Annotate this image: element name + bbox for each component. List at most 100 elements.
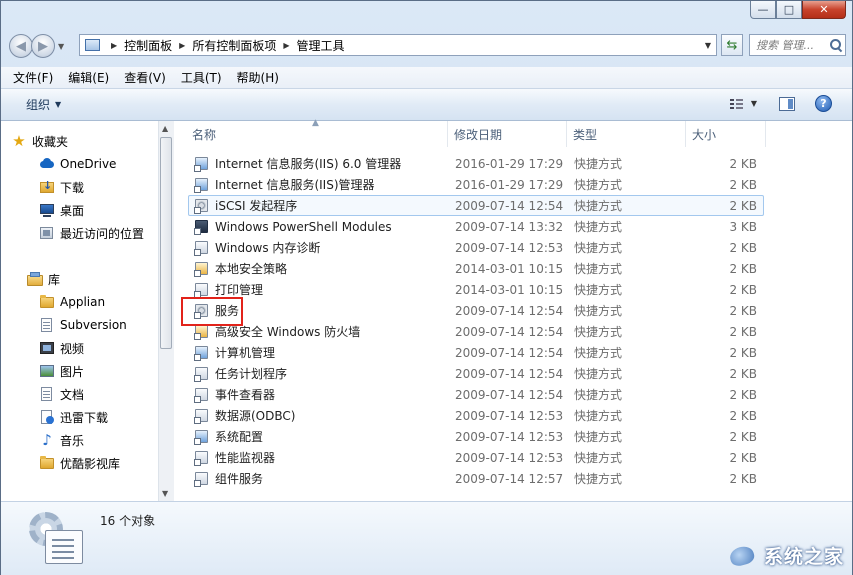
file-row-task-scheduler[interactable]: 任务计划程序 2009-07-14 12:54 快捷方式 2 KB [188, 363, 764, 384]
file-row-odbc[interactable]: 数据源(ODBC) 2009-07-14 12:53 快捷方式 2 KB [188, 405, 764, 426]
folder-icon [39, 455, 55, 471]
scroll-down-icon[interactable]: ▼ [162, 489, 168, 498]
file-row-services[interactable]: 服务 2009-07-14 12:54 快捷方式 2 KB [188, 300, 764, 321]
close-button[interactable]: ✕ [802, 1, 846, 19]
explorer-window: — □ ✕ ◀ ▶ ▼ ▶ 控制面板 ▶ 所有控制面板项 ▶ 管理工具 ▼ ⇆ [0, 0, 853, 575]
computer-management-icon [194, 345, 210, 361]
breadcrumb-separator-icon[interactable]: ▶ [283, 41, 289, 50]
performance-monitor-icon [194, 450, 210, 466]
search-input[interactable] [756, 38, 828, 52]
minimize-button[interactable]: — [750, 1, 776, 19]
recent-pages-dropdown-icon[interactable]: ▼ [58, 42, 64, 51]
breadcrumb-control-panel[interactable]: 控制面板 [124, 37, 172, 54]
sidebar-item-subversion[interactable]: Subversion [39, 314, 127, 336]
file-date: 2009-07-14 12:57 [455, 471, 564, 486]
sidebar-item-favorites[interactable]: ★ 收藏夹 [11, 130, 68, 152]
file-row-iis-manager[interactable]: Internet 信息服务(IIS)管理器 2016-01-29 17:29 快… [188, 174, 764, 195]
breadcrumb-admin-tools[interactable]: 管理工具 [297, 37, 345, 54]
menu-tools[interactable]: 工具(T) [181, 69, 222, 86]
sidebar-item-music[interactable]: ♪ 音乐 [39, 429, 84, 451]
menu-help[interactable]: 帮助(H) [237, 69, 279, 86]
file-name: 系统配置 [215, 430, 264, 444]
file-row-iis6-manager[interactable]: Internet 信息服务(IIS) 6.0 管理器 2016-01-29 17… [188, 153, 764, 174]
sidebar-item-desktop[interactable]: 桌面 [39, 199, 84, 221]
file-name: 打印管理 [215, 283, 264, 297]
thunder-download-icon [39, 409, 55, 425]
file-row-computer-management[interactable]: 计算机管理 2009-07-14 12:54 快捷方式 2 KB [188, 342, 764, 363]
menu-view[interactable]: 查看(V) [124, 69, 166, 86]
sidebar-item-recent-places[interactable]: 最近访问的位置 [39, 222, 144, 244]
file-type: 快捷方式 [574, 178, 623, 192]
column-size[interactable]: 大小 [686, 121, 766, 147]
menu-file[interactable]: 文件(F) [13, 69, 53, 86]
command-bar: 组织 ▼ ▼ ? [1, 89, 852, 121]
sidebar-item-documents[interactable]: 文档 [39, 383, 84, 405]
column-type[interactable]: 类型 [567, 121, 686, 147]
file-date: 2009-07-14 12:53 [455, 240, 564, 255]
sidebar-item-youku-library[interactable]: 优酷影视库 [39, 452, 120, 474]
file-type: 快捷方式 [574, 451, 623, 465]
back-arrow-icon[interactable]: ◀ [9, 34, 33, 58]
breadcrumb-separator-icon[interactable]: ▶ [111, 41, 117, 50]
forward-arrow-icon[interactable]: ▶ [31, 34, 55, 58]
watermark-text: 系统之家 [763, 546, 844, 568]
sidebar-item-videos[interactable]: 视频 [39, 337, 84, 359]
file-row-memory-diagnostic[interactable]: Windows 内存诊断 2009-07-14 12:53 快捷方式 2 KB [188, 237, 764, 258]
file-row-system-configuration[interactable]: 系统配置 2009-07-14 12:53 快捷方式 2 KB [188, 426, 764, 447]
change-view-icon[interactable] [729, 96, 745, 112]
sidebar-item-label: 音乐 [60, 433, 85, 448]
recent-places-icon [39, 225, 55, 241]
view-options-dropdown-icon[interactable]: ▼ [751, 99, 757, 108]
address-bar[interactable]: ▶ 控制面板 ▶ 所有控制面板项 ▶ 管理工具 ▼ [79, 34, 717, 56]
breadcrumb-all-items[interactable]: 所有控制面板项 [192, 37, 276, 54]
file-size: 2 KB [729, 282, 757, 297]
file-date: 2009-07-14 12:53 [455, 408, 564, 423]
column-name[interactable]: 名称 [186, 121, 448, 147]
admin-tools-icon [27, 510, 85, 568]
sidebar-item-downloads[interactable]: 下载 [39, 176, 84, 198]
file-name: 事件查看器 [215, 388, 276, 402]
control-panel-icon [84, 38, 100, 52]
file-date: 2009-07-14 12:53 [455, 450, 564, 465]
video-icon [39, 340, 55, 356]
scrollbar-thumb[interactable] [160, 137, 172, 349]
file-row-event-viewer[interactable]: 事件查看器 2009-07-14 12:54 快捷方式 2 KB [188, 384, 764, 405]
column-date-modified[interactable]: 修改日期 [448, 121, 567, 147]
navigation-scrollbar[interactable]: ▲ ▼ [158, 121, 174, 501]
file-name: 本地安全策略 [215, 262, 288, 276]
star-icon: ★ [12, 132, 26, 150]
component-services-icon [194, 471, 210, 487]
file-row-component-services[interactable]: 组件服务 2009-07-14 12:57 快捷方式 2 KB [188, 468, 764, 489]
iscsi-icon [194, 198, 210, 214]
maximize-button[interactable]: □ [776, 1, 802, 19]
document-icon [39, 386, 55, 402]
sidebar-item-pictures[interactable]: 图片 [39, 360, 84, 382]
sidebar-item-label: Subversion [60, 318, 127, 332]
help-icon[interactable]: ? [815, 95, 832, 112]
organize-button[interactable]: 组织 ▼ [26, 96, 61, 113]
menu-edit[interactable]: 编辑(E) [68, 69, 109, 86]
sidebar-item-thunder-downloads[interactable]: 迅雷下载 [39, 406, 108, 428]
search-icon[interactable] [830, 39, 842, 51]
file-row-print-management[interactable]: 打印管理 2014-03-01 10:15 快捷方式 2 KB [188, 279, 764, 300]
file-type: 快捷方式 [574, 346, 623, 360]
breadcrumb-separator-icon[interactable]: ▶ [179, 41, 185, 50]
file-date: 2009-07-14 12:54 [455, 366, 564, 381]
sidebar-item-applian[interactable]: Applian [39, 291, 105, 313]
sidebar-item-libraries[interactable]: 库 [27, 268, 60, 290]
file-row-powershell-modules[interactable]: Windows PowerShell Modules 2009-07-14 13… [188, 216, 764, 237]
breadcrumb: ▶ 控制面板 ▶ 所有控制面板项 ▶ 管理工具 [104, 37, 345, 54]
sidebar-item-onedrive[interactable]: OneDrive [39, 153, 116, 175]
refresh-icon[interactable]: ⇆ [721, 34, 743, 56]
task-scheduler-icon [194, 366, 210, 382]
preview-pane-icon[interactable] [779, 96, 795, 111]
file-row-firewall[interactable]: 高级安全 Windows 防火墙 2009-07-14 12:54 快捷方式 2… [188, 321, 764, 342]
file-row-local-security-policy[interactable]: 本地安全策略 2014-03-01 10:15 快捷方式 2 KB [188, 258, 764, 279]
scroll-up-icon[interactable]: ▲ [162, 124, 168, 133]
toolbar-right: ▼ ? [729, 95, 832, 112]
file-row-iscsi-initiator[interactable]: iSCSI 发起程序 2009-07-14 12:54 快捷方式 2 KB [188, 195, 764, 216]
file-row-performance-monitor[interactable]: 性能监视器 2009-07-14 12:53 快捷方式 2 KB [188, 447, 764, 468]
address-dropdown-icon[interactable]: ▼ [700, 35, 716, 55]
search-box [749, 34, 846, 56]
history-buttons: ◀ ▶ ▼ [9, 34, 64, 58]
